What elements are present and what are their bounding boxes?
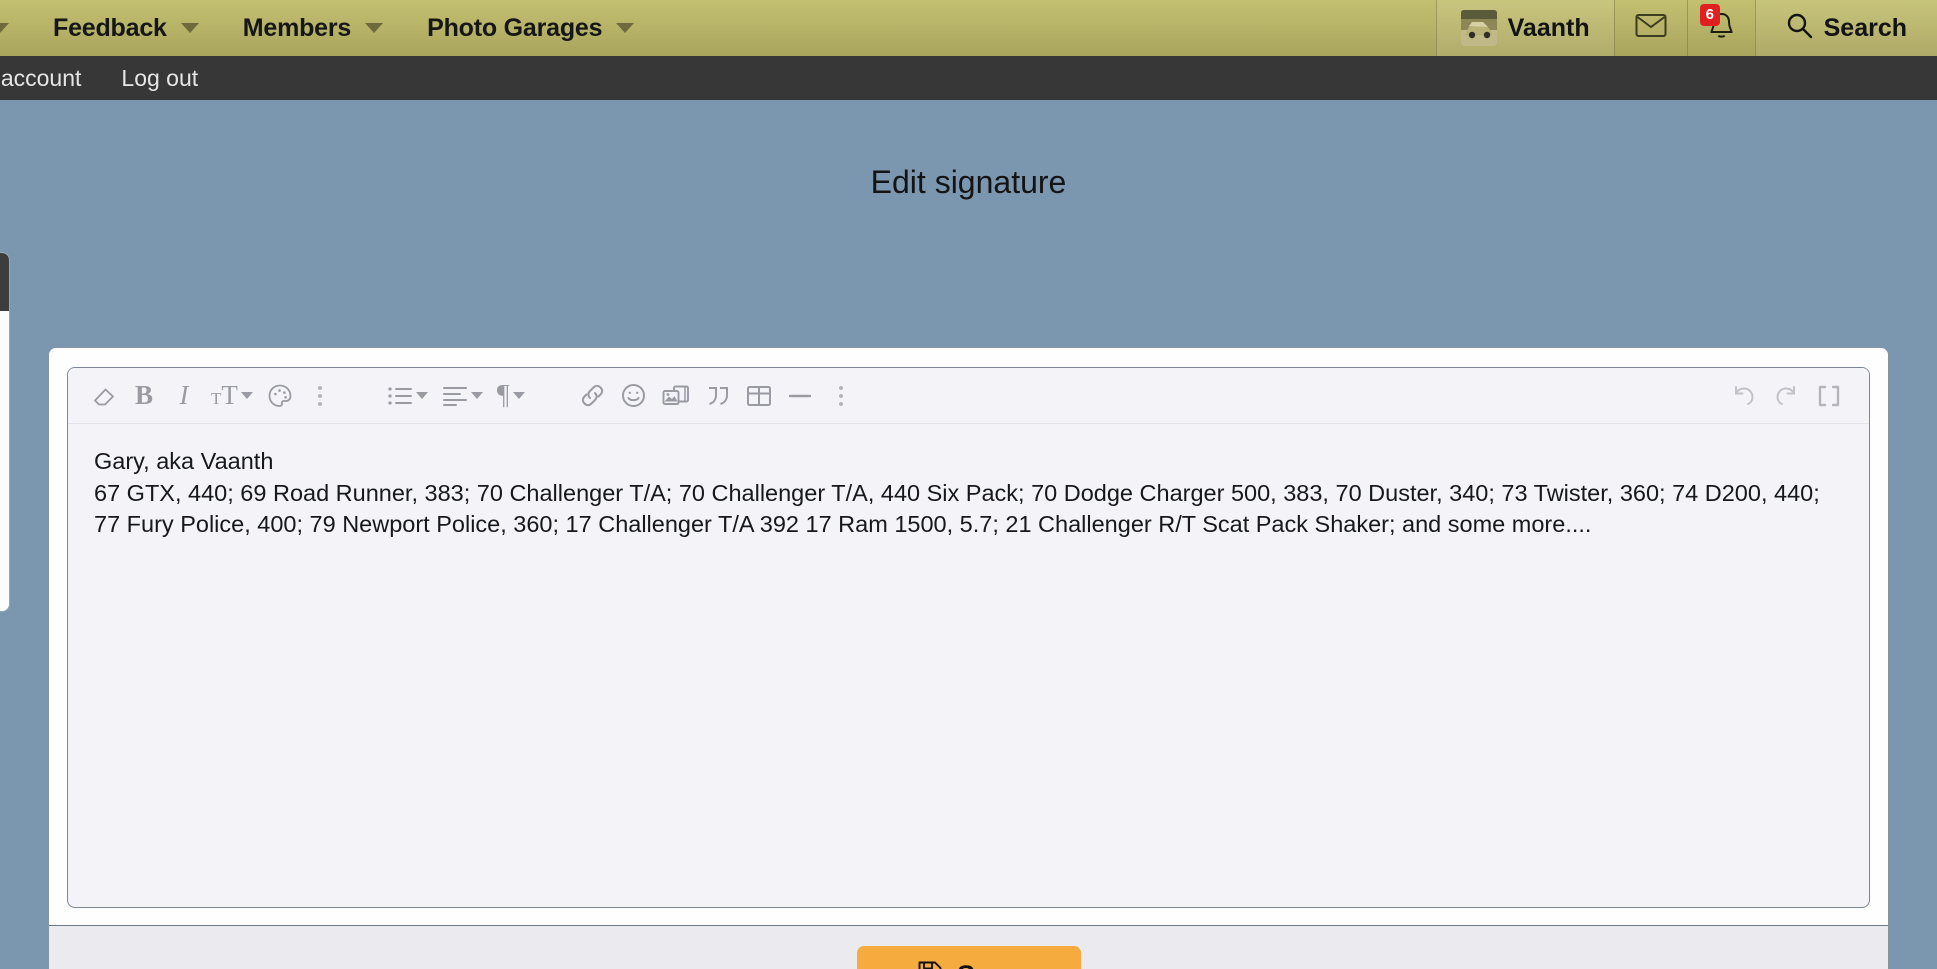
brackets-icon xyxy=(1814,383,1844,409)
align-button[interactable] xyxy=(435,375,490,417)
subnav-item-log-out[interactable]: Log out xyxy=(121,65,238,92)
user-menu-button[interactable]: Vaanth xyxy=(1435,0,1614,56)
vertical-dots-icon xyxy=(317,385,322,406)
edit-signature-panel: B I TT ¶ Gary, aka Vaanth 67 GTX, 440; 6… xyxy=(48,347,1889,969)
secondary-navigation-bar: ur account Log out xyxy=(0,56,1937,100)
save-button-label: Save xyxy=(957,960,1020,969)
color-palette-icon xyxy=(267,383,293,409)
chevron-down-icon xyxy=(365,23,384,33)
font-size-icon: TT xyxy=(211,380,238,410)
image-media-icon xyxy=(661,383,691,409)
undo-button[interactable] xyxy=(1723,375,1765,417)
search-button[interactable]: Search xyxy=(1754,0,1937,56)
chevron-down-icon xyxy=(512,392,525,399)
text-color-button[interactable] xyxy=(260,375,300,417)
inbox-button[interactable] xyxy=(1613,0,1687,56)
bold-icon: B xyxy=(134,380,153,410)
bullet-list-icon xyxy=(387,385,413,407)
subnav-item-your-account[interactable]: ur account xyxy=(0,65,121,92)
signature-line-1: Gary, aka Vaanth xyxy=(94,448,274,474)
insert-table-button[interactable] xyxy=(739,375,779,417)
table-icon xyxy=(746,384,772,408)
alerts-count-badge: 6 xyxy=(1699,4,1720,26)
insert-link-button[interactable] xyxy=(572,375,613,417)
nav-item-label: Members xyxy=(242,13,352,42)
quote-icon xyxy=(705,384,732,408)
toggle-bbcode-button[interactable] xyxy=(1807,375,1851,417)
redo-icon xyxy=(1772,383,1800,409)
link-icon xyxy=(579,382,606,409)
nav-item-label: Feedback xyxy=(53,13,167,42)
primary-navigation-bar: Feedback Members Photo Garages Vaanth 6 … xyxy=(0,0,1937,56)
page-title: Edit signature xyxy=(870,164,1067,200)
envelope-icon xyxy=(1635,13,1667,43)
primary-nav-right-cluster: Vaanth 6 Search xyxy=(1435,0,1937,56)
list-button[interactable] xyxy=(380,375,435,417)
font-size-button[interactable]: TT xyxy=(204,375,260,417)
chevron-down-icon xyxy=(616,23,635,33)
nav-item-label: Photo Garages xyxy=(427,13,603,42)
undo-icon xyxy=(1730,383,1758,409)
nav-item-members[interactable]: Members xyxy=(221,0,405,56)
italic-button[interactable]: I xyxy=(164,375,204,417)
more-options-button[interactable] xyxy=(821,375,861,417)
remove-formatting-button[interactable] xyxy=(84,375,124,417)
save-button[interactable]: Save xyxy=(856,946,1081,969)
horizontal-rule-icon xyxy=(786,391,814,401)
vertical-dots-icon xyxy=(838,385,843,406)
chevron-down-icon xyxy=(180,23,199,33)
page-body: Edit signature B I TT ¶ Gary, aka Vaanth… xyxy=(0,100,1937,969)
username-label: Vaanth xyxy=(1507,13,1590,42)
chevron-down-icon xyxy=(415,392,428,399)
signature-editor: B I TT ¶ Gary, aka Vaanth 67 GTX, 440; 6… xyxy=(67,367,1870,908)
italic-icon: I xyxy=(179,380,189,410)
offscreen-side-card-header xyxy=(0,253,9,311)
alerts-button[interactable]: 6 xyxy=(1686,0,1755,56)
nav-item-photo-garages[interactable]: Photo Garages xyxy=(405,0,656,56)
primary-nav-items: Feedback Members Photo Garages xyxy=(0,0,656,56)
quote-button[interactable] xyxy=(698,375,739,417)
user-avatar-car-photo xyxy=(1460,10,1497,46)
chevron-down-icon xyxy=(0,23,9,33)
text-align-icon xyxy=(442,385,468,407)
toolbar-group-insert xyxy=(572,375,861,417)
more-text-options-button[interactable] xyxy=(300,375,340,417)
offscreen-side-card xyxy=(0,252,10,612)
paragraph-format-button[interactable]: ¶ xyxy=(490,375,532,417)
toolbar-group-text: B I TT xyxy=(84,375,340,417)
nav-item-feedback[interactable]: Feedback xyxy=(31,0,221,56)
toolbar-group-history xyxy=(1723,375,1851,417)
redo-button[interactable] xyxy=(1765,375,1807,417)
chevron-down-icon xyxy=(240,392,253,399)
insert-media-button[interactable] xyxy=(654,375,698,417)
horizontal-rule-button[interactable] xyxy=(779,375,821,417)
editor-toolbar: B I TT ¶ xyxy=(68,368,1869,424)
search-icon xyxy=(1786,12,1813,44)
chevron-down-icon xyxy=(470,392,483,399)
smiley-icon xyxy=(620,382,647,409)
floppy-disk-icon xyxy=(917,959,943,969)
bold-button[interactable]: B xyxy=(124,375,164,417)
search-label: Search xyxy=(1823,13,1907,42)
insert-emoji-button[interactable] xyxy=(613,375,654,417)
signature-line-2: 67 GTX, 440; 69 Road Runner, 383; 70 Cha… xyxy=(94,479,1820,538)
pilcrow-icon: ¶ xyxy=(496,379,510,411)
toolbar-group-paragraph: ¶ xyxy=(380,375,532,417)
nav-item-clipped-left[interactable] xyxy=(0,0,31,56)
signature-text-area[interactable]: Gary, aka Vaanth 67 GTX, 440; 69 Road Ru… xyxy=(68,424,1869,907)
editor-footer: Save xyxy=(49,925,1888,969)
eraser-icon xyxy=(91,383,117,409)
